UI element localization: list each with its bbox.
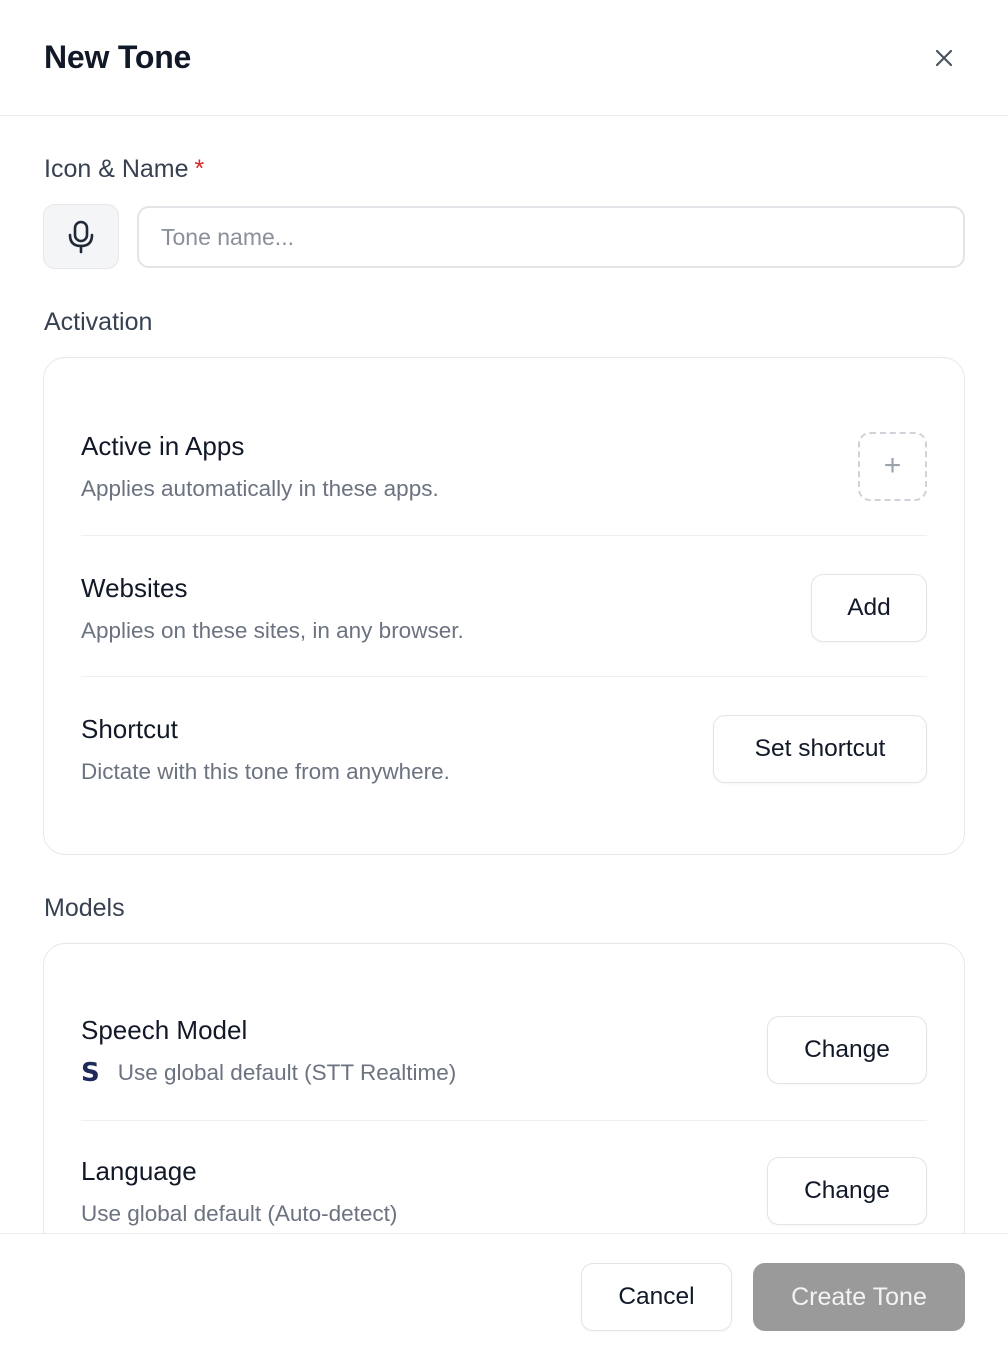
divider — [81, 1120, 927, 1121]
speech-model-description: Use global default (STT Realtime) — [117, 1059, 457, 1085]
required-mark: * — [194, 155, 205, 183]
icon-name-label: Icon & Name * — [44, 155, 204, 184]
dialog-footer: Cancel Create Tone — [0, 1233, 1008, 1360]
icon-picker-button[interactable] — [43, 204, 119, 269]
speech-model-description-line: S Use global default (STT Realtime) — [81, 1060, 456, 1086]
websites-text: Websites Applies on these sites, in any … — [81, 573, 464, 644]
speech-model-row: Speech Model S Use global default (STT R… — [81, 1010, 927, 1090]
shortcut-row: Shortcut Dictate with this tone from any… — [81, 709, 927, 789]
divider — [81, 676, 927, 677]
dialog-header: New Tone — [0, 0, 1008, 116]
speech-model-title: Speech Model — [81, 1014, 248, 1045]
change-speech-model-button[interactable]: Change — [767, 1016, 927, 1084]
activation-label: Activation — [44, 308, 153, 336]
microphone-icon — [68, 220, 94, 253]
new-tone-dialog: New Tone Icon & Name* Activation Active — [0, 0, 1008, 1360]
speech-model-text: Speech Model S Use global default (STT R… — [81, 1015, 456, 1086]
active-in-apps-row: Active in Apps Applies automatically in … — [81, 426, 927, 506]
websites-description: Applies on these sites, in any browser. — [81, 617, 464, 643]
plus-icon: + — [883, 449, 902, 482]
close-icon — [935, 49, 953, 66]
tone-name-input[interactable] — [137, 206, 965, 268]
dialog-title: New Tone — [44, 39, 192, 75]
shortcut-text: Shortcut Dictate with this tone from any… — [81, 714, 450, 785]
websites-row: Websites Applies on these sites, in any … — [81, 568, 927, 648]
language-row: Language Use global default (Auto-detect… — [81, 1151, 927, 1231]
divider — [81, 535, 927, 536]
websites-title: Websites — [81, 572, 188, 603]
language-text: Language Use global default (Auto-detect… — [81, 1156, 397, 1227]
shortcut-title: Shortcut — [81, 713, 178, 744]
language-title: Language — [81, 1155, 197, 1186]
dialog-body: Icon & Name* Activation Active in Apps A… — [0, 117, 1008, 1233]
close-button[interactable] — [926, 40, 962, 76]
active-in-apps-title: Active in Apps — [81, 430, 245, 461]
add-app-button[interactable]: + — [858, 431, 927, 501]
set-shortcut-button[interactable]: Set shortcut — [713, 715, 927, 783]
active-in-apps-description: Applies automatically in these apps. — [81, 475, 439, 501]
activation-card: Active in Apps Applies automatically in … — [43, 357, 965, 855]
models-card: Speech Model S Use global default (STT R… — [43, 943, 965, 1233]
models-label: Models — [44, 894, 125, 922]
add-website-button[interactable]: Add — [811, 574, 927, 642]
active-in-apps-text: Active in Apps Applies automatically in … — [81, 431, 439, 502]
change-language-button[interactable]: Change — [767, 1157, 927, 1225]
cancel-button[interactable]: Cancel — [581, 1263, 732, 1331]
create-tone-button[interactable]: Create Tone — [753, 1263, 965, 1331]
shortcut-description: Dictate with this tone from anywhere. — [81, 758, 450, 784]
language-description: Use global default (Auto-detect) — [81, 1200, 398, 1226]
icon-name-label-text: Icon & Name — [44, 155, 189, 183]
speech-model-logo: S — [81, 1057, 100, 1088]
